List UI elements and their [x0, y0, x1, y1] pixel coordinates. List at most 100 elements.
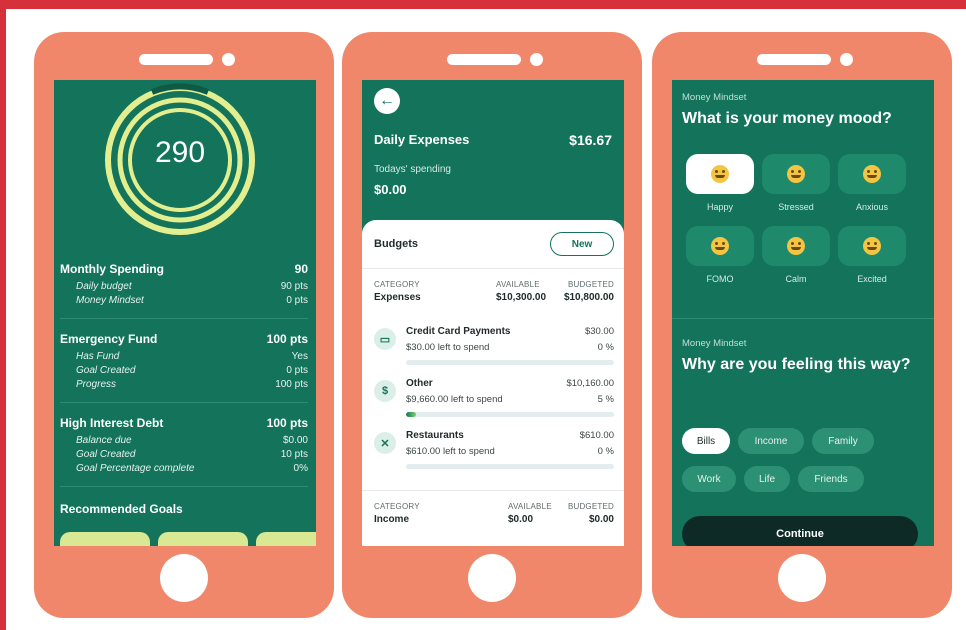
row-label: Goal Percentage complete	[76, 463, 195, 474]
continue-button[interactable]: Continue	[682, 516, 918, 546]
home-button[interactable]	[778, 554, 826, 602]
mood-option-calm[interactable]	[762, 226, 830, 266]
score-rings: 290	[100, 80, 260, 240]
budget-progress-bar	[406, 412, 614, 417]
recommended-goals-title: Recommended Goals	[60, 502, 183, 516]
section-title: High Interest Debt	[60, 416, 164, 430]
section-title: Emergency Fund	[60, 332, 158, 346]
mood-label: FOMO	[706, 274, 734, 284]
budget-item-amount: $610.00	[579, 430, 614, 441]
divider	[60, 318, 308, 319]
emergency-fund-section: Emergency Fund 100 pts Has Fund Yes Goal C…	[60, 332, 308, 393]
new-budget-button[interactable]: New	[550, 232, 614, 256]
phone-speaker	[757, 54, 831, 65]
budget-item-percent: 0 %	[597, 446, 614, 457]
budget-item-left: $9,660.00 left to spend	[406, 394, 503, 405]
mood-option-fomo[interactable]	[686, 226, 754, 266]
smiley-icon	[711, 237, 729, 255]
money-mood-question: What is your money mood?	[682, 110, 892, 127]
divider	[60, 486, 308, 487]
phone-speaker	[447, 54, 521, 65]
reason-chip-bills[interactable]: Bills	[682, 428, 730, 454]
budget-item-percent: 0 %	[597, 342, 614, 353]
phone-budgets: ← Daily Expenses $16.67 Todays' spending…	[342, 32, 642, 618]
divider	[60, 402, 308, 403]
home-button[interactable]	[160, 554, 208, 602]
money-mood-screen: Money Mindset What is your money mood? H…	[672, 80, 934, 546]
score-value: 290	[154, 136, 206, 169]
daily-expenses-amount: $16.67	[569, 132, 612, 148]
reason-chip-income[interactable]: Income	[738, 428, 804, 454]
phone-money-mood: Money Mindset What is your money mood? H…	[652, 32, 952, 618]
row-label: Balance due	[76, 435, 132, 446]
phone-speaker	[139, 54, 213, 65]
section-value: 100 pts	[266, 416, 308, 430]
budget-item-name[interactable]: Credit Card Payments	[406, 326, 510, 337]
credit-card-icon: ▭	[374, 328, 396, 350]
row-label: Goal Created	[76, 449, 136, 460]
mood-label: Anxious	[855, 202, 889, 212]
reason-chip-family[interactable]: Family	[812, 428, 874, 454]
budgets-card: Budgets New CATEGORY AVAILABLE BUDGETED …	[362, 220, 624, 546]
reason-chip-life[interactable]: Life	[744, 466, 790, 492]
budget-item-amount: $10,160.00	[566, 378, 614, 389]
progress-fill	[406, 412, 417, 417]
daily-expenses-title: Daily Expenses	[374, 132, 470, 147]
section-value: 100 pts	[266, 332, 308, 346]
mood-option-excited[interactable]	[838, 226, 906, 266]
phone-camera	[222, 53, 235, 66]
feeling-question: Why are you feeling this way?	[682, 356, 911, 373]
budgets-screen: ← Daily Expenses $16.67 Todays' spending…	[362, 80, 624, 546]
monthly-spending-section: Monthly Spending 90 Daily budget 90 pts Mo…	[60, 262, 308, 309]
recommended-goal-card[interactable]	[60, 532, 150, 546]
arrow-left-icon[interactable]: ←	[374, 88, 400, 114]
available-header: AVAILABLE	[496, 280, 540, 289]
mood-label: Calm	[785, 274, 807, 284]
reason-chip-friends[interactable]: Friends	[798, 466, 864, 492]
high-interest-debt-section: High Interest Debt 100 pts Balance due $0.…	[60, 416, 308, 477]
row-value: $0.00	[282, 435, 308, 446]
row-label: Money Mindset	[76, 295, 144, 306]
budget-item-amount: $30.00	[584, 326, 614, 337]
section-title: Monthly Spending	[60, 262, 164, 276]
row-value: 0 pts	[286, 365, 308, 376]
todays-spending-label: Todays' spending	[374, 164, 451, 175]
income-category: Income	[374, 514, 410, 525]
row-label: Progress	[76, 379, 117, 390]
home-button[interactable]	[468, 554, 516, 602]
category-header: CATEGORY	[374, 280, 420, 289]
recommended-goal-card[interactable]	[256, 532, 316, 546]
mood-option-happy[interactable]	[686, 154, 754, 194]
category-header: CATEGORY	[374, 502, 420, 511]
budget-progress-bar	[406, 360, 614, 365]
budget-item-name[interactable]: Restaurants	[406, 430, 464, 441]
section-value: 90	[294, 262, 308, 276]
mood-label: Excited	[857, 274, 887, 284]
budgeted-header: BUDGETED	[567, 502, 614, 511]
available-header: AVAILABLE	[508, 502, 552, 511]
mood-label: Happy	[706, 202, 733, 212]
row-label: Has Fund	[76, 351, 120, 362]
money-mindset-label: Money Mindset	[682, 92, 747, 103]
mood-option-stressed[interactable]	[762, 154, 830, 194]
expenses-available: $10,300.00	[496, 292, 547, 303]
budget-progress-bar	[406, 464, 614, 469]
dollar-icon: $	[374, 380, 396, 402]
mood-option-anxious[interactable]	[838, 154, 906, 194]
smiley-icon	[711, 165, 729, 183]
phone-camera	[840, 53, 853, 66]
divider	[672, 318, 934, 319]
recommended-goal-card[interactable]	[158, 532, 248, 546]
row-value: 0 pts	[286, 295, 308, 306]
divider	[362, 268, 624, 269]
row-label: Goal Created	[76, 365, 136, 376]
row-value: 100 pts	[275, 379, 308, 390]
smiley-icon	[863, 237, 881, 255]
phone-camera	[530, 53, 543, 66]
reason-chip-work[interactable]: Work	[682, 466, 736, 492]
budget-item-name[interactable]: Other	[406, 378, 433, 389]
row-value: Yes	[291, 351, 308, 362]
phone-score: 290 Monthly Spending 90 Daily budget 90 pt…	[34, 32, 334, 618]
row-value: 10 pts	[280, 449, 308, 460]
smiley-icon	[787, 165, 805, 183]
